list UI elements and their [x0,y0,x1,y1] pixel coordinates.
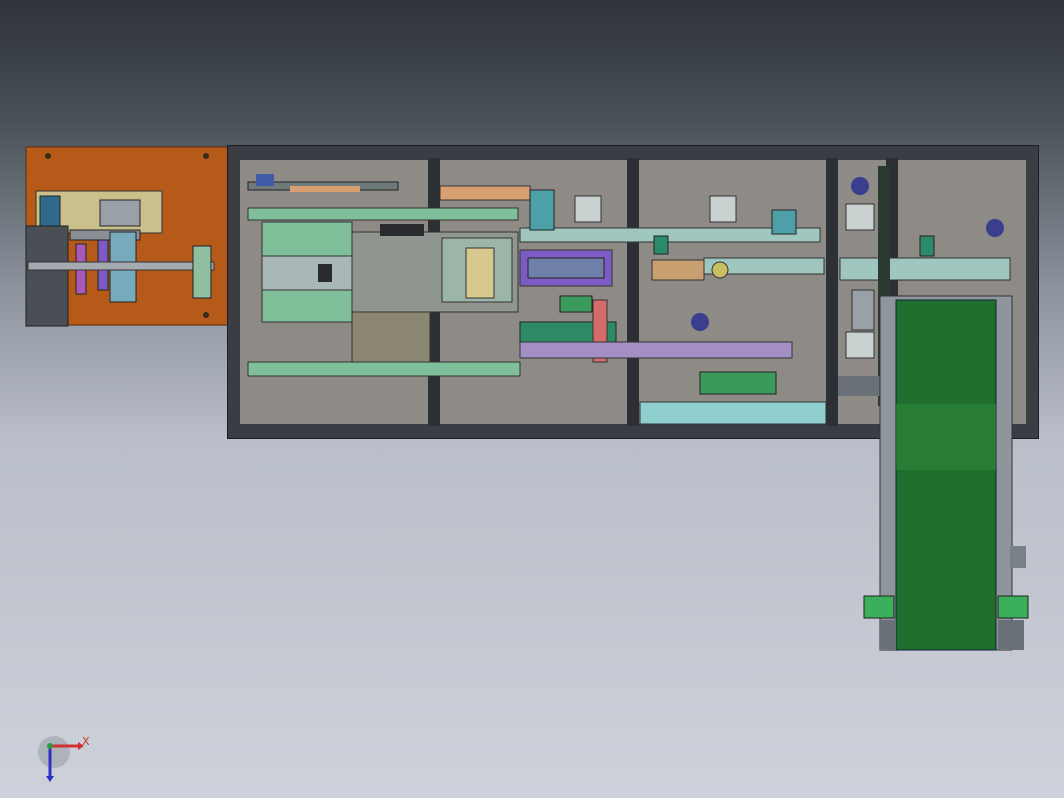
drive-belt [27,261,215,271]
cad-viewport[interactable]: X [0,0,1064,798]
conveyor-belt [895,299,997,651]
x-axis-label: X [82,735,90,748]
tensioner-block [192,245,212,299]
axis-triad: X [38,735,90,782]
gear-motor [25,225,69,327]
drive-plate-assembly[interactable] [25,146,230,327]
discharge-conveyor[interactable] [863,295,1029,651]
